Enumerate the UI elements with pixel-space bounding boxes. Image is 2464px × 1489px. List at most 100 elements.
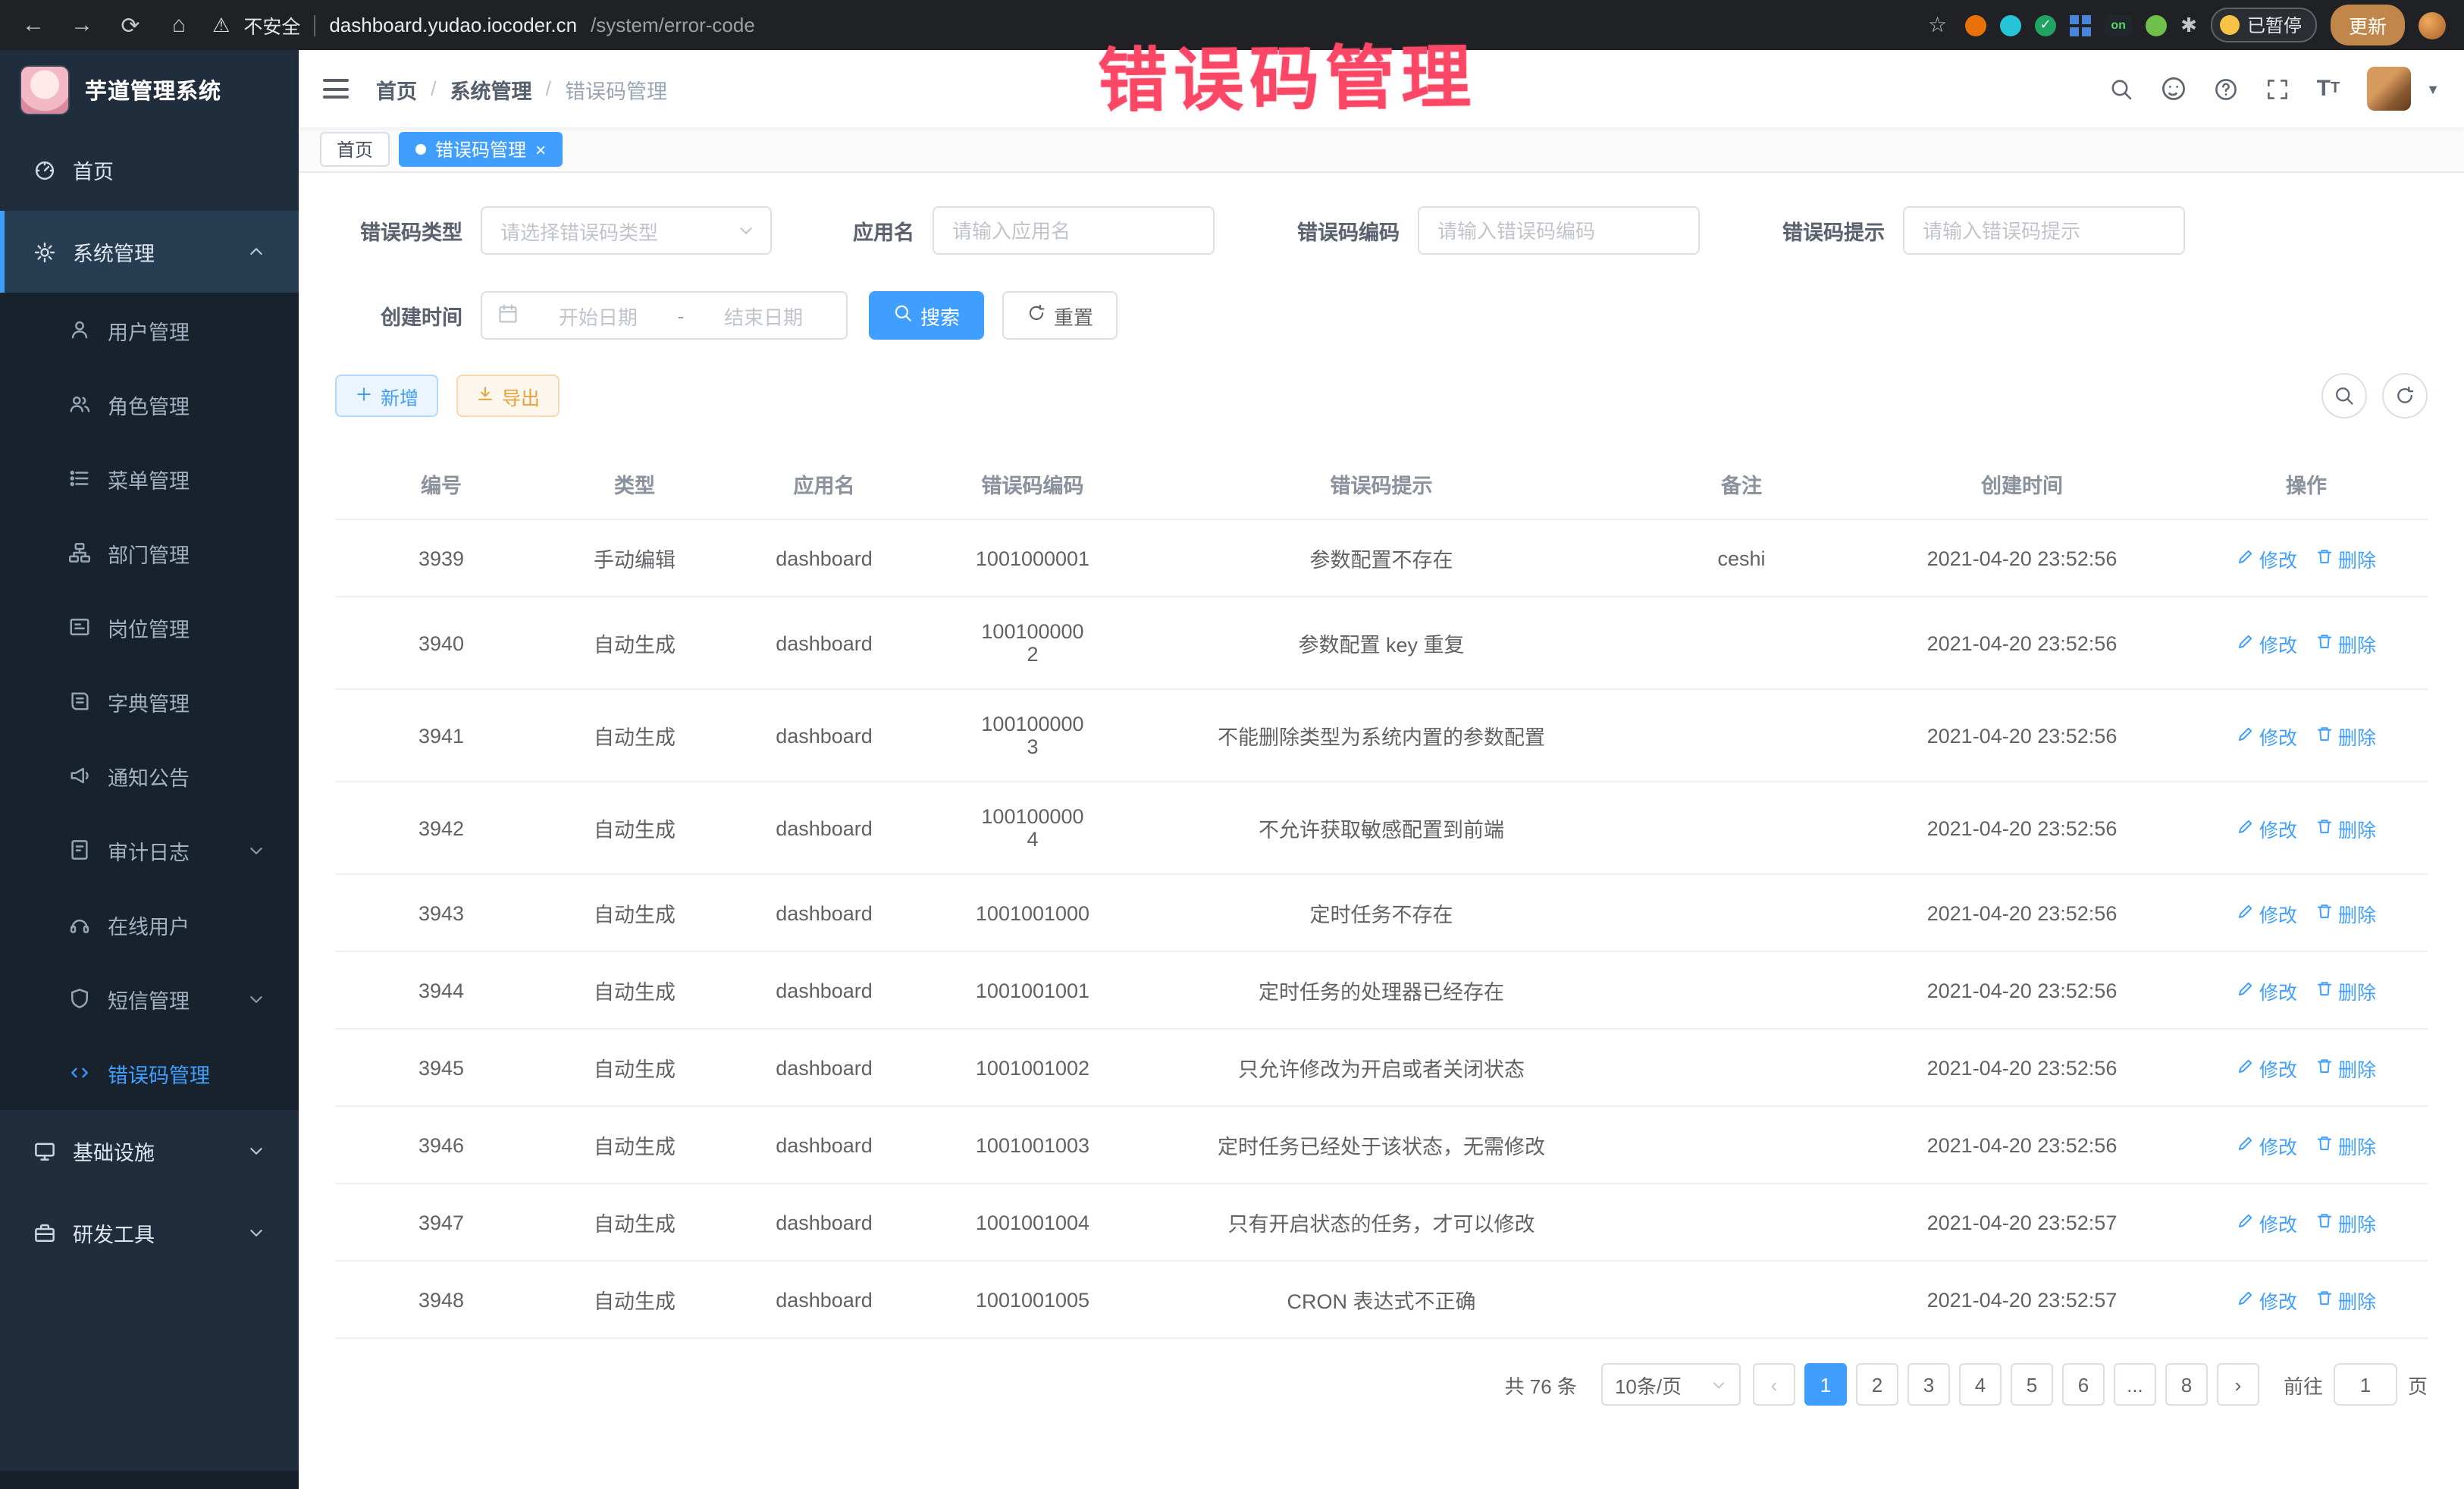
help-question-icon[interactable]: [2214, 77, 2238, 101]
sidebar-item-error-code[interactable]: 错误码管理: [0, 1036, 299, 1110]
delete-link[interactable]: 删除: [2315, 721, 2376, 750]
github-icon[interactable]: [2161, 76, 2187, 102]
search-icon[interactable]: [2109, 77, 2133, 101]
browser-profile-avatar[interactable]: [2419, 11, 2446, 39]
fullscreen-icon[interactable]: [2265, 77, 2290, 101]
edit-link[interactable]: 修改: [2237, 898, 2297, 927]
plus-icon: [355, 384, 373, 407]
browser-reload-icon[interactable]: ⟳: [115, 11, 146, 39]
next-page-button[interactable]: ›: [2217, 1363, 2259, 1406]
sidebar-item-sms[interactable]: 短信管理: [0, 961, 299, 1036]
show-search-toggle-button[interactable]: [2321, 373, 2367, 418]
sidebar-item-roles[interactable]: 角色管理: [0, 367, 299, 441]
edit-link[interactable]: 修改: [2237, 1053, 2297, 1082]
sidebar-toggle-icon[interactable]: [323, 79, 349, 99]
sidebar-item-devtools[interactable]: 研发工具: [0, 1192, 299, 1274]
edit-link[interactable]: 修改: [2237, 813, 2297, 842]
close-tab-icon[interactable]: ×: [535, 140, 546, 158]
search-button[interactable]: 搜索: [869, 291, 984, 340]
chevron-down-icon: [247, 1142, 265, 1160]
error-hint-input[interactable]: [1903, 206, 2185, 255]
page-button-5[interactable]: 5: [2011, 1363, 2053, 1406]
error-type-select[interactable]: 请选择错误码类型: [481, 206, 772, 255]
delete-link[interactable]: 删除: [2315, 1053, 2376, 1082]
delete-link[interactable]: 删除: [2315, 813, 2376, 842]
sidebar-logo[interactable]: 芋道管理系统: [0, 50, 299, 129]
app-name-input[interactable]: [933, 206, 1215, 255]
delete-link[interactable]: 删除: [2315, 976, 2376, 1005]
user-avatar[interactable]: [2367, 67, 2411, 111]
delete-link[interactable]: 删除: [2315, 898, 2376, 927]
main-content: 错误码类型 请选择错误码类型 应用名 错误码编码: [299, 173, 2464, 1489]
refresh-table-button[interactable]: [2382, 373, 2428, 418]
delete-trash-icon: [2315, 979, 2334, 1002]
page-button-1[interactable]: 1: [1804, 1363, 1847, 1406]
export-button[interactable]: 导出: [456, 375, 560, 417]
extension-icon[interactable]: [2070, 14, 2091, 36]
paused-badge[interactable]: 已暂停: [2211, 8, 2317, 42]
sidebar-item-audit-log[interactable]: 审计日志: [0, 813, 299, 887]
extension-icon[interactable]: [2146, 14, 2167, 36]
page-button-2[interactable]: 2: [1856, 1363, 1898, 1406]
page-button-6[interactable]: 6: [2062, 1363, 2105, 1406]
sidebar-collapse-bar[interactable]: [0, 1471, 299, 1489]
delete-link[interactable]: 删除: [2315, 629, 2376, 657]
sidebar-item-online-users[interactable]: 在线用户: [0, 887, 299, 961]
breadcrumb-system[interactable]: 系统管理: [450, 74, 532, 104]
chevron-down-icon[interactable]: ▼: [2426, 81, 2440, 96]
url-path: /system/error-code: [591, 14, 755, 36]
tab-error-code[interactable]: 错误码管理 ×: [399, 132, 563, 167]
extension-icon[interactable]: on: [2105, 14, 2132, 36]
sidebar-item-posts[interactable]: 岗位管理: [0, 590, 299, 664]
tab-home[interactable]: 首页: [320, 132, 390, 167]
date-range-picker[interactable]: 开始日期 - 结束日期: [481, 291, 848, 340]
sidebar-item-announcements[interactable]: 通知公告: [0, 738, 299, 813]
delete-link[interactable]: 删除: [2315, 1208, 2376, 1237]
browser-forward-icon[interactable]: →: [67, 12, 97, 38]
menu-list-icon: [68, 467, 91, 490]
page-size-select[interactable]: 10条/页: [1601, 1363, 1741, 1406]
dictionary-book-icon: [68, 690, 91, 713]
reset-button[interactable]: 重置: [1002, 291, 1118, 340]
delete-link[interactable]: 删除: [2315, 544, 2376, 572]
page-button-4[interactable]: 4: [1959, 1363, 2002, 1406]
edit-link[interactable]: 修改: [2237, 629, 2297, 657]
sidebar-item-menus[interactable]: 菜单管理: [0, 441, 299, 516]
extension-icon[interactable]: [1965, 14, 1986, 36]
sidebar-item-dictionary[interactable]: 字典管理: [0, 664, 299, 738]
sidebar-item-users[interactable]: 用户管理: [0, 293, 299, 367]
address-bar[interactable]: ⚠ 不安全 dashboard.yudao.iocoder.cn/system/…: [212, 11, 1947, 39]
error-code-input[interactable]: [1418, 206, 1700, 255]
edit-link[interactable]: 修改: [2237, 721, 2297, 750]
page-button-8[interactable]: 8: [2165, 1363, 2208, 1406]
edit-link[interactable]: 修改: [2237, 1285, 2297, 1314]
goto-page-input[interactable]: [2334, 1363, 2397, 1406]
browser-home-icon[interactable]: ⌂: [164, 12, 194, 38]
page-button-3[interactable]: 3: [1908, 1363, 1950, 1406]
sidebar-item-home[interactable]: 首页: [0, 129, 299, 211]
more-pages-button[interactable]: ...: [2114, 1363, 2156, 1406]
download-icon: [476, 384, 494, 407]
extension-icon[interactable]: ✓: [2035, 14, 2056, 36]
sidebar-item-infrastructure[interactable]: 基础设施: [0, 1110, 299, 1192]
bookmark-star-icon[interactable]: ☆: [1928, 12, 1947, 38]
delete-link[interactable]: 删除: [2315, 1130, 2376, 1159]
font-size-icon[interactable]: TT: [2317, 76, 2340, 102]
add-button[interactable]: 新增: [335, 375, 438, 417]
extension-icon[interactable]: [2000, 14, 2021, 36]
browser-back-icon[interactable]: ←: [18, 12, 49, 38]
edit-link[interactable]: 修改: [2237, 544, 2297, 572]
pagination: 共 76 条 10条/页 ‹123456...8› 前往 页: [335, 1363, 2428, 1421]
sidebar-item-departments[interactable]: 部门管理: [0, 516, 299, 590]
edit-link[interactable]: 修改: [2237, 1208, 2297, 1237]
breadcrumb-home[interactable]: 首页: [376, 74, 417, 104]
delete-link[interactable]: 删除: [2315, 1285, 2376, 1314]
edit-pencil-icon: [2237, 1288, 2255, 1311]
sidebar-item-system[interactable]: 系统管理: [0, 211, 299, 293]
edit-link[interactable]: 修改: [2237, 976, 2297, 1005]
edit-link[interactable]: 修改: [2237, 1130, 2297, 1159]
extensions-puzzle-icon[interactable]: ✱: [2180, 13, 2197, 37]
app-title: 芋道管理系统: [85, 74, 221, 105]
prev-page-button[interactable]: ‹: [1753, 1363, 1795, 1406]
browser-update-button[interactable]: 更新: [2331, 5, 2405, 45]
